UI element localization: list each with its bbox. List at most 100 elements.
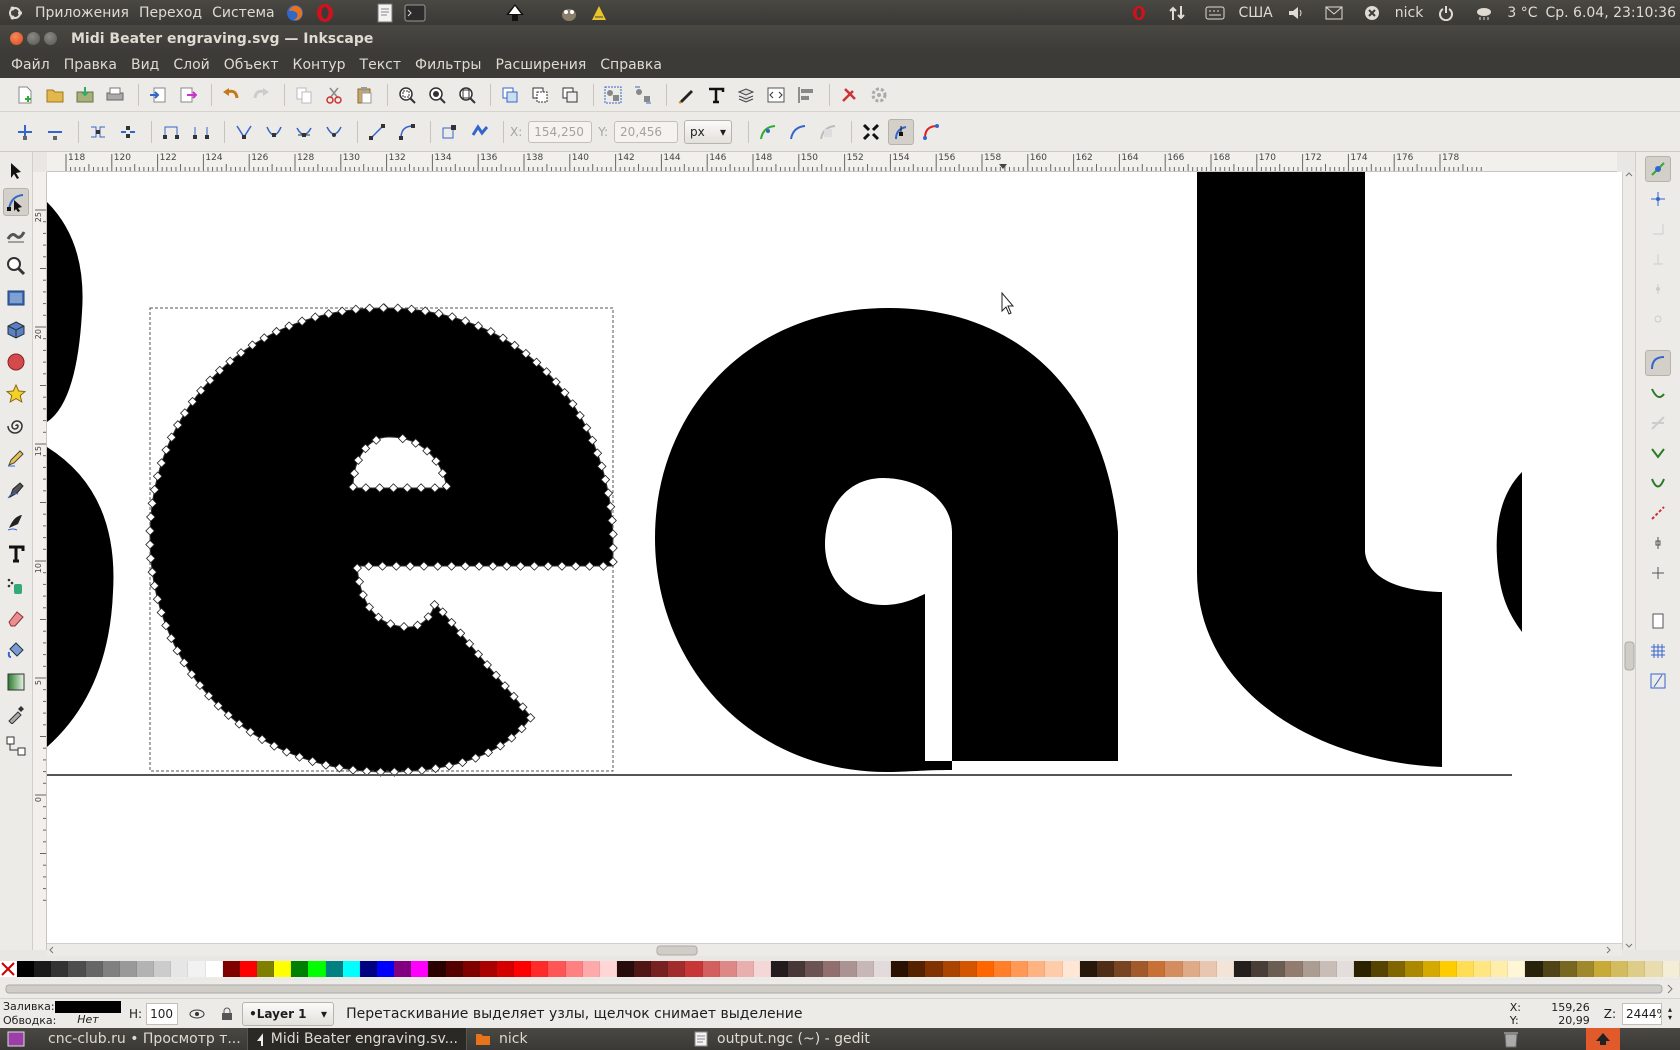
system-menu[interactable]: Система xyxy=(207,5,279,21)
snap-cusp-nodes-icon[interactable] xyxy=(1645,440,1671,466)
snap-enable-icon[interactable] xyxy=(1645,156,1671,182)
color-swatch[interactable] xyxy=(85,961,103,977)
menu-view[interactable]: Вид xyxy=(124,57,166,73)
preferences-icon[interactable] xyxy=(836,82,862,108)
workspace-switcher-icon[interactable] xyxy=(1586,1028,1620,1050)
palette-scrollbar[interactable] xyxy=(0,980,1680,998)
color-swatch[interactable] xyxy=(1079,961,1097,977)
snap-page-border-icon[interactable] xyxy=(1645,608,1671,634)
color-swatch[interactable] xyxy=(1028,961,1046,977)
applications-menu[interactable]: Приложения xyxy=(30,5,134,21)
menu-edit[interactable]: Правка xyxy=(57,57,124,73)
show-clippath-icon[interactable] xyxy=(785,119,811,145)
node-symmetric-icon[interactable] xyxy=(291,119,317,145)
color-swatch[interactable] xyxy=(359,961,377,977)
horizontal-ruler[interactable]: 118 120 122 124 126 128 130 132 134 136 138 140 142 1… xyxy=(47,152,1617,172)
snap-object-midpoints-icon[interactable] xyxy=(1645,530,1671,556)
star-tool-icon[interactable] xyxy=(3,380,29,408)
color-swatch[interactable] xyxy=(1456,961,1474,977)
color-swatch[interactable] xyxy=(788,961,806,977)
spray-tool-icon[interactable] xyxy=(3,572,29,600)
opera-launcher-icon[interactable] xyxy=(314,3,336,23)
pen-tool-icon[interactable] xyxy=(3,476,29,504)
color-swatch[interactable] xyxy=(376,961,395,977)
document-properties-icon[interactable] xyxy=(866,82,892,108)
segment-curve-icon[interactable] xyxy=(394,119,420,145)
color-swatch[interactable] xyxy=(1593,961,1612,977)
menu-layer[interactable]: Слой xyxy=(166,57,216,73)
color-swatch[interactable] xyxy=(1525,961,1543,977)
color-swatch[interactable] xyxy=(548,961,566,977)
color-swatch[interactable] xyxy=(1285,961,1303,977)
color-swatch[interactable] xyxy=(171,961,189,977)
color-swatch[interactable] xyxy=(1319,961,1337,977)
paint-bucket-tool-icon[interactable] xyxy=(3,636,29,664)
color-swatch[interactable] xyxy=(274,961,292,977)
align-distribute-icon[interactable] xyxy=(793,82,819,108)
vertical-ruler[interactable]: 25 20 15 10 5 0 xyxy=(33,172,47,950)
weather-temp[interactable]: 3 °C xyxy=(1507,5,1537,21)
color-swatch[interactable] xyxy=(1336,961,1354,977)
color-swatch[interactable] xyxy=(1268,961,1286,977)
print-icon[interactable] xyxy=(102,82,128,108)
color-swatch[interactable] xyxy=(1148,961,1166,977)
menu-help[interactable]: Справка xyxy=(593,57,669,73)
clock[interactable]: Ср. 6.04, 23:10:36 xyxy=(1545,5,1676,21)
color-swatch[interactable] xyxy=(942,961,960,977)
color-swatch[interactable] xyxy=(1645,961,1663,977)
color-swatch[interactable] xyxy=(994,961,1012,977)
user-status-icon[interactable] xyxy=(1361,3,1383,23)
menu-file[interactable]: Файл xyxy=(4,57,57,73)
color-swatch[interactable] xyxy=(1114,961,1132,977)
color-swatch[interactable] xyxy=(634,961,652,977)
snap-intersections-icon[interactable] xyxy=(1645,410,1671,436)
redo-icon[interactable] xyxy=(248,82,274,108)
menu-text[interactable]: Текст xyxy=(353,57,408,73)
color-swatch[interactable] xyxy=(1353,961,1372,977)
color-swatch[interactable] xyxy=(685,961,703,977)
zoom-drawing-icon[interactable] xyxy=(424,82,450,108)
color-swatch[interactable] xyxy=(394,961,412,977)
color-swatch[interactable] xyxy=(651,961,669,977)
color-swatch[interactable] xyxy=(702,961,720,977)
calligraphy-tool-icon[interactable] xyxy=(3,508,29,536)
terminal-launcher-icon[interactable] xyxy=(404,3,426,23)
minimize-window-button[interactable] xyxy=(27,32,40,45)
snap-bbox-center-icon[interactable] xyxy=(1645,306,1671,332)
clone-icon[interactable] xyxy=(527,82,553,108)
color-swatch[interactable] xyxy=(668,961,686,977)
undo-icon[interactable] xyxy=(218,82,244,108)
color-swatch[interactable] xyxy=(1096,961,1114,977)
snap-smooth-nodes-icon[interactable] xyxy=(1645,470,1671,496)
eraser-tool-icon[interactable] xyxy=(3,604,29,632)
color-swatch[interactable] xyxy=(719,961,737,977)
ubuntu-logo-icon[interactable] xyxy=(4,3,26,23)
zoom-spinner[interactable]: ▴ ▾ xyxy=(1668,1005,1672,1022)
cut-icon[interactable] xyxy=(321,82,347,108)
weather-icon[interactable] xyxy=(1473,3,1495,23)
save-document-icon[interactable] xyxy=(72,82,98,108)
snap-bbox-corner-icon[interactable] xyxy=(1645,246,1671,272)
join-segment-icon[interactable] xyxy=(158,119,184,145)
color-swatch[interactable] xyxy=(891,961,909,977)
color-swatch[interactable] xyxy=(136,961,155,977)
color-swatch[interactable] xyxy=(462,961,480,977)
menu-path[interactable]: Контур xyxy=(286,57,353,73)
color-swatch[interactable] xyxy=(959,961,977,977)
user-name[interactable]: nick xyxy=(1395,5,1424,21)
color-swatch[interactable] xyxy=(1576,961,1594,977)
object-to-path-icon[interactable] xyxy=(437,119,463,145)
color-swatch[interactable] xyxy=(239,961,257,977)
menu-object[interactable]: Объект xyxy=(217,57,286,73)
fill-swatch[interactable] xyxy=(55,1000,121,1013)
drawing-canvas[interactable] xyxy=(47,172,1622,950)
color-swatch[interactable] xyxy=(1508,961,1526,977)
export-icon[interactable] xyxy=(175,82,201,108)
color-swatch[interactable] xyxy=(102,961,120,977)
lock-icon[interactable] xyxy=(216,1004,238,1024)
snap-paths-icon[interactable] xyxy=(1645,380,1671,406)
trash-icon[interactable] xyxy=(1500,1029,1522,1049)
vertical-scrollbar[interactable] xyxy=(1622,172,1635,950)
eye-icon[interactable] xyxy=(186,1004,208,1024)
snap-grid-icon[interactable] xyxy=(1645,638,1671,664)
